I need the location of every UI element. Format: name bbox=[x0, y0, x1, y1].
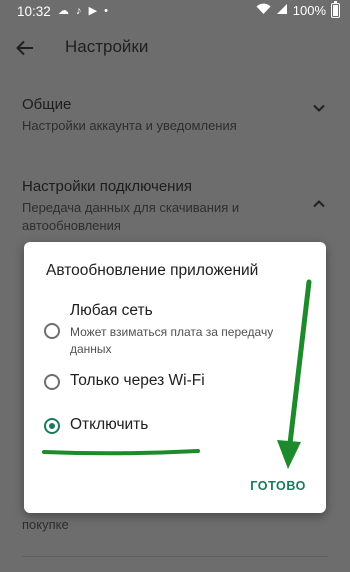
setting-general-title: Общие bbox=[22, 96, 72, 113]
option-disable[interactable]: Отключить bbox=[44, 416, 314, 440]
setting-general-subtitle: Настройки аккаунта и уведомления bbox=[22, 118, 237, 133]
status-time: 10:32 bbox=[17, 4, 51, 19]
setting-connection-title: Настройки подключения bbox=[22, 178, 192, 195]
chevron-down-icon bbox=[313, 104, 325, 112]
done-button[interactable]: ГОТОВО bbox=[250, 479, 306, 493]
signal-icon bbox=[276, 3, 288, 18]
radio-any-network[interactable] bbox=[44, 323, 60, 339]
option-any-network[interactable]: Любая сеть Может взиматься плата за пере… bbox=[44, 302, 314, 362]
chevron-up-icon bbox=[313, 200, 325, 208]
divider bbox=[22, 556, 328, 557]
option-disable-label: Отключить bbox=[70, 416, 149, 433]
dialog-title: Автообновление приложений bbox=[46, 262, 259, 279]
app-bar: Настройки bbox=[0, 24, 350, 72]
status-right: 100% bbox=[256, 1, 340, 18]
option-wifi-only-label: Только через Wi-Fi bbox=[70, 372, 205, 389]
setting-general[interactable]: Общие Настройки аккаунта и уведомления bbox=[22, 95, 332, 135]
arrow-left-icon bbox=[16, 40, 33, 56]
auto-update-dialog: Автообновление приложений Любая сеть Мож… bbox=[24, 242, 326, 513]
page-title: Настройки bbox=[65, 37, 149, 56]
notification-icons: ☁ ♪ ▶ • bbox=[58, 5, 110, 17]
wifi-icon bbox=[256, 3, 271, 18]
battery-icon bbox=[331, 1, 340, 18]
option-any-network-label: Любая сеть bbox=[70, 302, 153, 319]
status-bar: 10:32 ☁ ♪ ▶ • 100% bbox=[0, 0, 350, 24]
back-button[interactable] bbox=[12, 35, 38, 61]
radio-wifi-only[interactable] bbox=[44, 374, 60, 390]
setting-connection-subtitle: Передача данных для скачивания и автообн… bbox=[22, 200, 240, 233]
radio-disable[interactable] bbox=[44, 418, 60, 434]
option-any-network-sublabel: Может взиматься плата за передачу данных bbox=[70, 325, 274, 356]
battery-percent: 100% bbox=[292, 3, 326, 18]
setting-connection[interactable]: Настройки подключения Передача данных дл… bbox=[22, 177, 332, 235]
setting-partial: покупке bbox=[22, 514, 332, 534]
option-wifi-only[interactable]: Только через Wi-Fi bbox=[44, 372, 314, 396]
setting-partial-subtitle: покупке bbox=[22, 517, 69, 532]
